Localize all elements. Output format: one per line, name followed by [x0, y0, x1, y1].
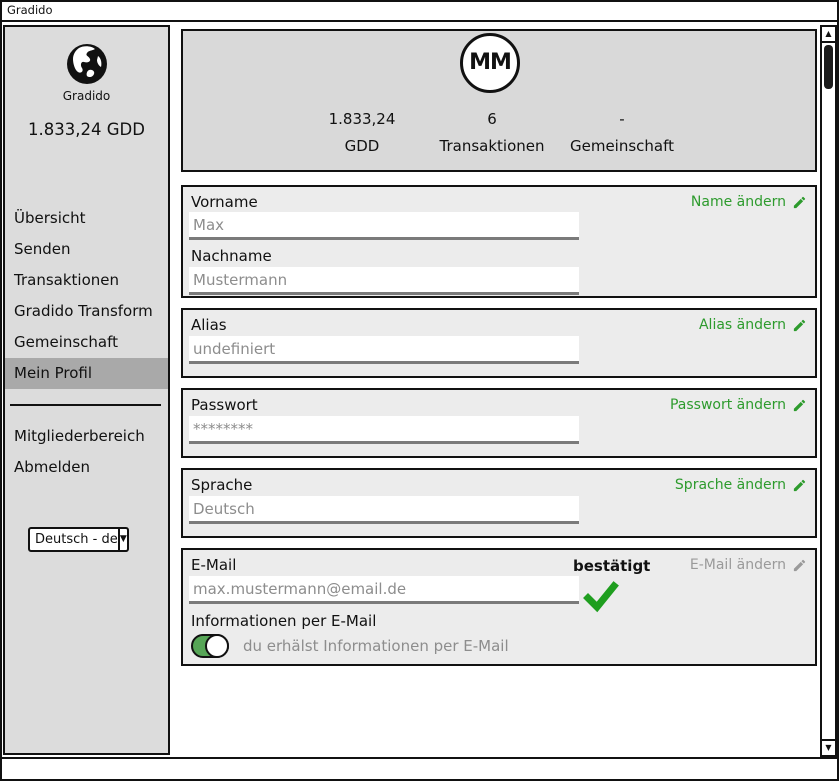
vorname-label: Vorname [191, 193, 258, 211]
toggle-knob [205, 634, 229, 658]
scrollbar[interactable]: ▲ ▼ [820, 25, 837, 757]
nachname-input[interactable] [189, 267, 579, 295]
card-password: Passwort Passwort ändern [181, 388, 817, 458]
name-aendern-link[interactable]: Name ändern [691, 194, 807, 210]
scrollbar-thumb[interactable] [824, 45, 833, 89]
chevron-down-icon[interactable]: ▼ [118, 529, 127, 550]
newsletter-toggle[interactable] [191, 634, 229, 658]
sidebar-item-gradido-transform[interactable]: Gradido Transform [5, 296, 168, 327]
sidebar-balance: 1.833,24 GDD [5, 120, 168, 139]
sprache-input[interactable] [189, 496, 579, 524]
stat-gemeinschaft-value: - [537, 107, 707, 131]
email-aendern-link[interactable]: E-Mail ändern [690, 557, 807, 573]
newsletter-toggle-row: du erhälst Informationen per E-Mail [191, 634, 509, 658]
bottom-bar [0, 757, 839, 781]
card-email: E-Mail bestätigt E-Mail ändern Informati… [181, 548, 817, 666]
sprache-aendern-label: Sprache ändern [675, 477, 786, 493]
gradido-logo [5, 41, 168, 91]
avatar: MM [460, 33, 520, 93]
email-label: E-Mail [191, 556, 236, 574]
newsletter-hint: du erhälst Informationen per E-Mail [243, 637, 509, 655]
sidebar-footer-nav: Mitgliederbereich Abmelden [5, 421, 168, 483]
passwort-aendern-label: Passwort ändern [670, 397, 786, 413]
sidebar-item-senden[interactable]: Senden [5, 234, 168, 265]
vorname-input[interactable] [189, 212, 579, 240]
email-aendern-label: E-Mail ändern [690, 557, 786, 573]
pencil-icon [792, 558, 807, 573]
name-aendern-label: Name ändern [691, 194, 786, 210]
window-titlebar: Gradido [0, 0, 839, 22]
sidebar-app-name: Gradido [5, 89, 168, 103]
sidebar-item-uebersicht[interactable]: Übersicht [5, 203, 168, 234]
sprache-label: Sprache [191, 476, 252, 494]
card-language: Sprache Sprache ändern [181, 468, 817, 538]
sidebar-item-abmelden[interactable]: Abmelden [5, 452, 168, 483]
sidebar-item-gemeinschaft[interactable]: Gemeinschaft [5, 327, 168, 358]
sprache-aendern-link[interactable]: Sprache ändern [675, 477, 807, 493]
window-title: Gradido [0, 0, 839, 21]
alias-aendern-link[interactable]: Alias ändern [699, 317, 807, 333]
check-icon [583, 578, 619, 618]
nachname-label: Nachname [191, 247, 272, 265]
alias-aendern-label: Alias ändern [699, 317, 786, 333]
stat-gemeinschaft: - Gemeinschaft [537, 107, 707, 155]
card-name: Vorname Nachname Name ändern [181, 185, 817, 298]
sidebar-item-mitgliederbereich[interactable]: Mitgliederbereich [5, 421, 168, 452]
alias-label: Alias [191, 316, 227, 334]
pencil-icon [792, 195, 807, 210]
sidebar-item-transaktionen[interactable]: Transaktionen [5, 265, 168, 296]
passwort-label: Passwort [191, 396, 258, 414]
profile-header: MM 1.833,24 GDD 6 Transaktionen - Gemein… [181, 29, 817, 172]
language-dropdown-value: Deutsch - de [30, 529, 118, 550]
scroll-up-arrow-icon[interactable]: ▲ [822, 27, 835, 43]
scroll-down-arrow-icon[interactable]: ▼ [822, 739, 835, 755]
sidebar-nav: Übersicht Senden Transaktionen Gradido T… [5, 203, 168, 389]
sidebar-divider [10, 404, 161, 406]
stat-gemeinschaft-label: Gemeinschaft [537, 137, 707, 155]
language-dropdown[interactable]: Deutsch - de ▼ [28, 527, 129, 552]
sidebar-item-mein-profil[interactable]: Mein Profil [5, 358, 168, 389]
passwort-aendern-link[interactable]: Passwort ändern [670, 397, 807, 413]
pencil-icon [792, 478, 807, 493]
card-alias: Alias Alias ändern [181, 308, 817, 378]
pencil-icon [792, 318, 807, 333]
alias-input[interactable] [189, 336, 579, 364]
sidebar: Gradido 1.833,24 GDD Übersicht Senden Tr… [3, 25, 170, 755]
newsletter-label: Informationen per E-Mail [191, 612, 376, 630]
pencil-icon [792, 398, 807, 413]
email-input[interactable] [189, 576, 579, 604]
passwort-input[interactable] [189, 416, 579, 444]
email-status-badge: bestätigt [573, 557, 650, 575]
